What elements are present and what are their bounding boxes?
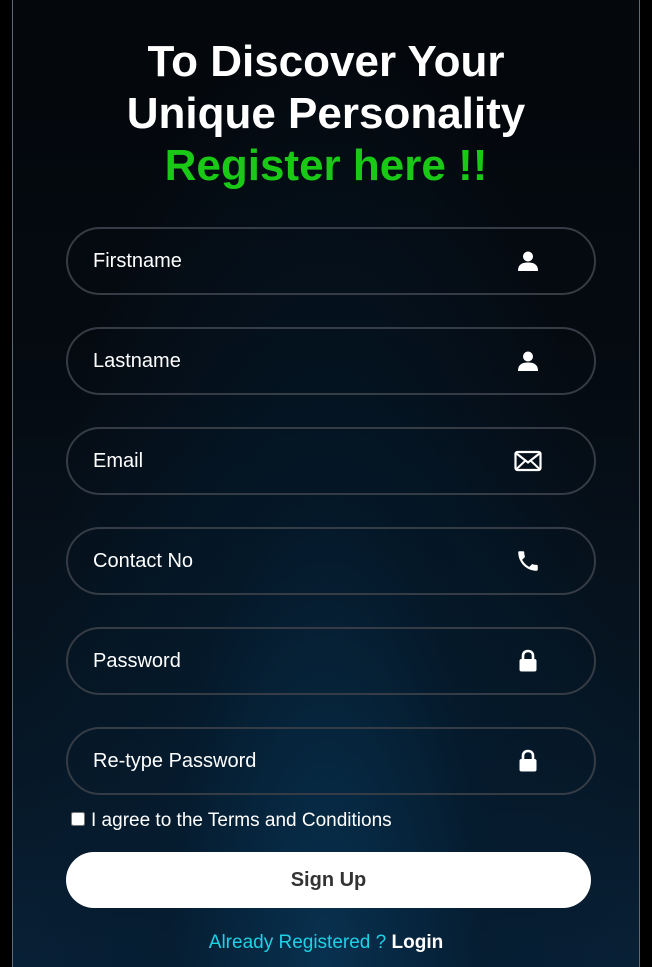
user-icon	[514, 347, 542, 375]
registration-panel: To Discover Your Unique Personality Regi…	[12, 0, 640, 967]
lastname-field	[66, 327, 596, 395]
password-field	[66, 627, 596, 695]
contact-field	[66, 527, 596, 595]
terms-checkbox[interactable]	[71, 812, 85, 826]
terms-label: I agree to the Terms and Conditions	[91, 810, 392, 831]
sign-up-button[interactable]: Sign Up	[66, 852, 591, 908]
lock-icon	[514, 647, 542, 675]
user-icon	[514, 247, 542, 275]
title-line-2: Unique Personality	[126, 89, 526, 138]
phone-icon	[514, 547, 542, 575]
title-line-1: To Discover Your	[147, 37, 505, 86]
login-link[interactable]: Login	[392, 932, 444, 953]
register-here-title: Register here !!	[164, 141, 488, 190]
firstname-field	[66, 227, 596, 295]
retype-password-field	[66, 727, 596, 795]
already-registered-text: Already Registered ?	[208, 932, 387, 953]
login-prompt-row: Already Registered ? Login	[13, 932, 639, 954]
page-title: To Discover Your Unique Personality Regi…	[13, 36, 639, 192]
email-field	[66, 427, 596, 495]
lock-icon	[514, 747, 542, 775]
terms-row: I agree to the Terms and Conditions	[70, 810, 392, 832]
envelope-icon	[514, 447, 542, 475]
